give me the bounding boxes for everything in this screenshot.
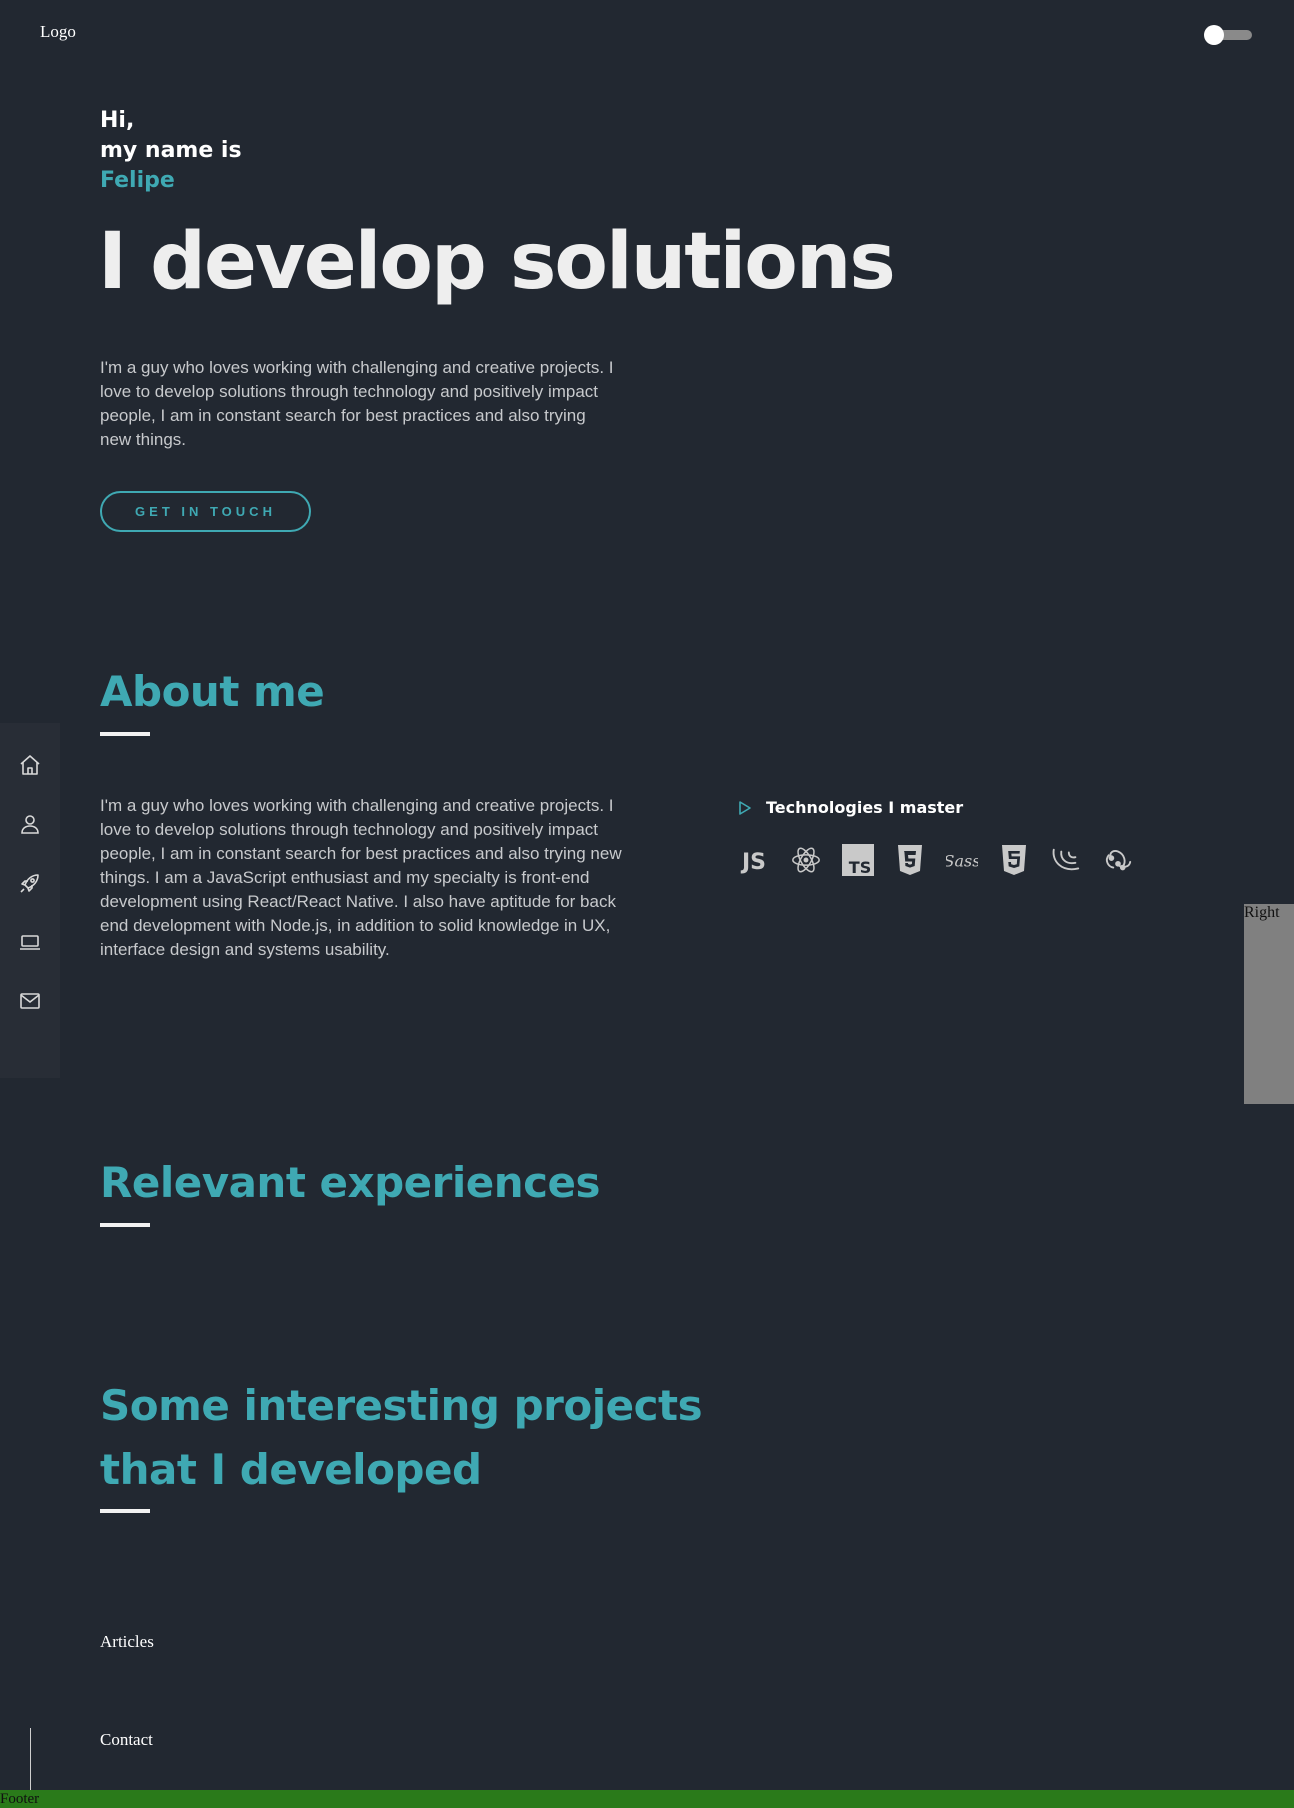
experiences-title: Relevant experiences — [100, 1158, 601, 1207]
tech-icons: JS TS Sass — [738, 842, 1134, 878]
rocket-icon — [20, 874, 39, 893]
projects-title-underline — [100, 1509, 150, 1513]
sass-icon: Sass — [946, 842, 978, 878]
footer: Footer — [0, 1790, 1294, 1808]
side-navigation — [0, 723, 60, 1078]
experiences-title-underline — [100, 1223, 150, 1227]
svg-text:Sass: Sass — [946, 852, 978, 871]
user-icon — [21, 815, 39, 834]
html5-icon — [998, 842, 1030, 878]
react-icon — [790, 842, 822, 878]
decorative-line — [30, 1728, 31, 1790]
theme-toggle[interactable] — [1204, 25, 1252, 45]
greeting-line-2: my name is — [100, 138, 242, 163]
jquery-icon — [1050, 842, 1082, 878]
svg-text:JS: JS — [740, 850, 766, 875]
projects-title-line-2: that I developed — [100, 1445, 482, 1494]
nav-experience[interactable] — [16, 928, 44, 956]
javascript-icon: JS — [738, 842, 770, 878]
redux-icon — [1102, 842, 1134, 878]
home-icon — [20, 755, 40, 775]
laptop-icon — [20, 935, 40, 950]
about-text: I'm a guy who loves working with challen… — [100, 796, 622, 959]
projects-title: Some interesting projects that I develop… — [100, 1374, 703, 1502]
tech-heading: Technologies I master — [738, 798, 963, 817]
svg-text:TS: TS — [849, 858, 871, 876]
css3-icon — [894, 842, 926, 878]
greeting-name: Felipe — [100, 168, 175, 193]
articles-link[interactable]: Articles — [100, 1632, 154, 1652]
play-icon — [739, 800, 751, 815]
about-title-underline — [100, 732, 150, 736]
right-panel: Right — [1244, 904, 1294, 1104]
contact-link[interactable]: Contact — [100, 1730, 153, 1750]
get-in-touch-button[interactable]: GET IN TOUCH — [100, 491, 311, 532]
mail-icon — [20, 993, 40, 1009]
nav-contact[interactable] — [16, 987, 44, 1015]
greeting: Hi, my name is Felipe — [100, 106, 242, 196]
logo[interactable]: Logo — [40, 22, 76, 42]
tech-heading-label: Technologies I master — [766, 798, 964, 817]
nav-home[interactable] — [16, 751, 44, 779]
hero-headline: I develop solutions — [98, 217, 896, 307]
nav-about[interactable] — [16, 810, 44, 838]
typescript-icon: TS — [842, 842, 874, 878]
footer-label: Footer — [0, 1791, 40, 1807]
projects-title-line-1: Some interesting projects — [100, 1381, 703, 1430]
toggle-knob — [1204, 25, 1224, 45]
about-title: About me — [100, 667, 325, 716]
greeting-line-1: Hi, — [100, 108, 135, 133]
right-panel-label: Right — [1244, 904, 1280, 921]
hero-intro: I'm a guy who loves working with challen… — [100, 358, 614, 449]
nav-projects[interactable] — [16, 869, 44, 897]
